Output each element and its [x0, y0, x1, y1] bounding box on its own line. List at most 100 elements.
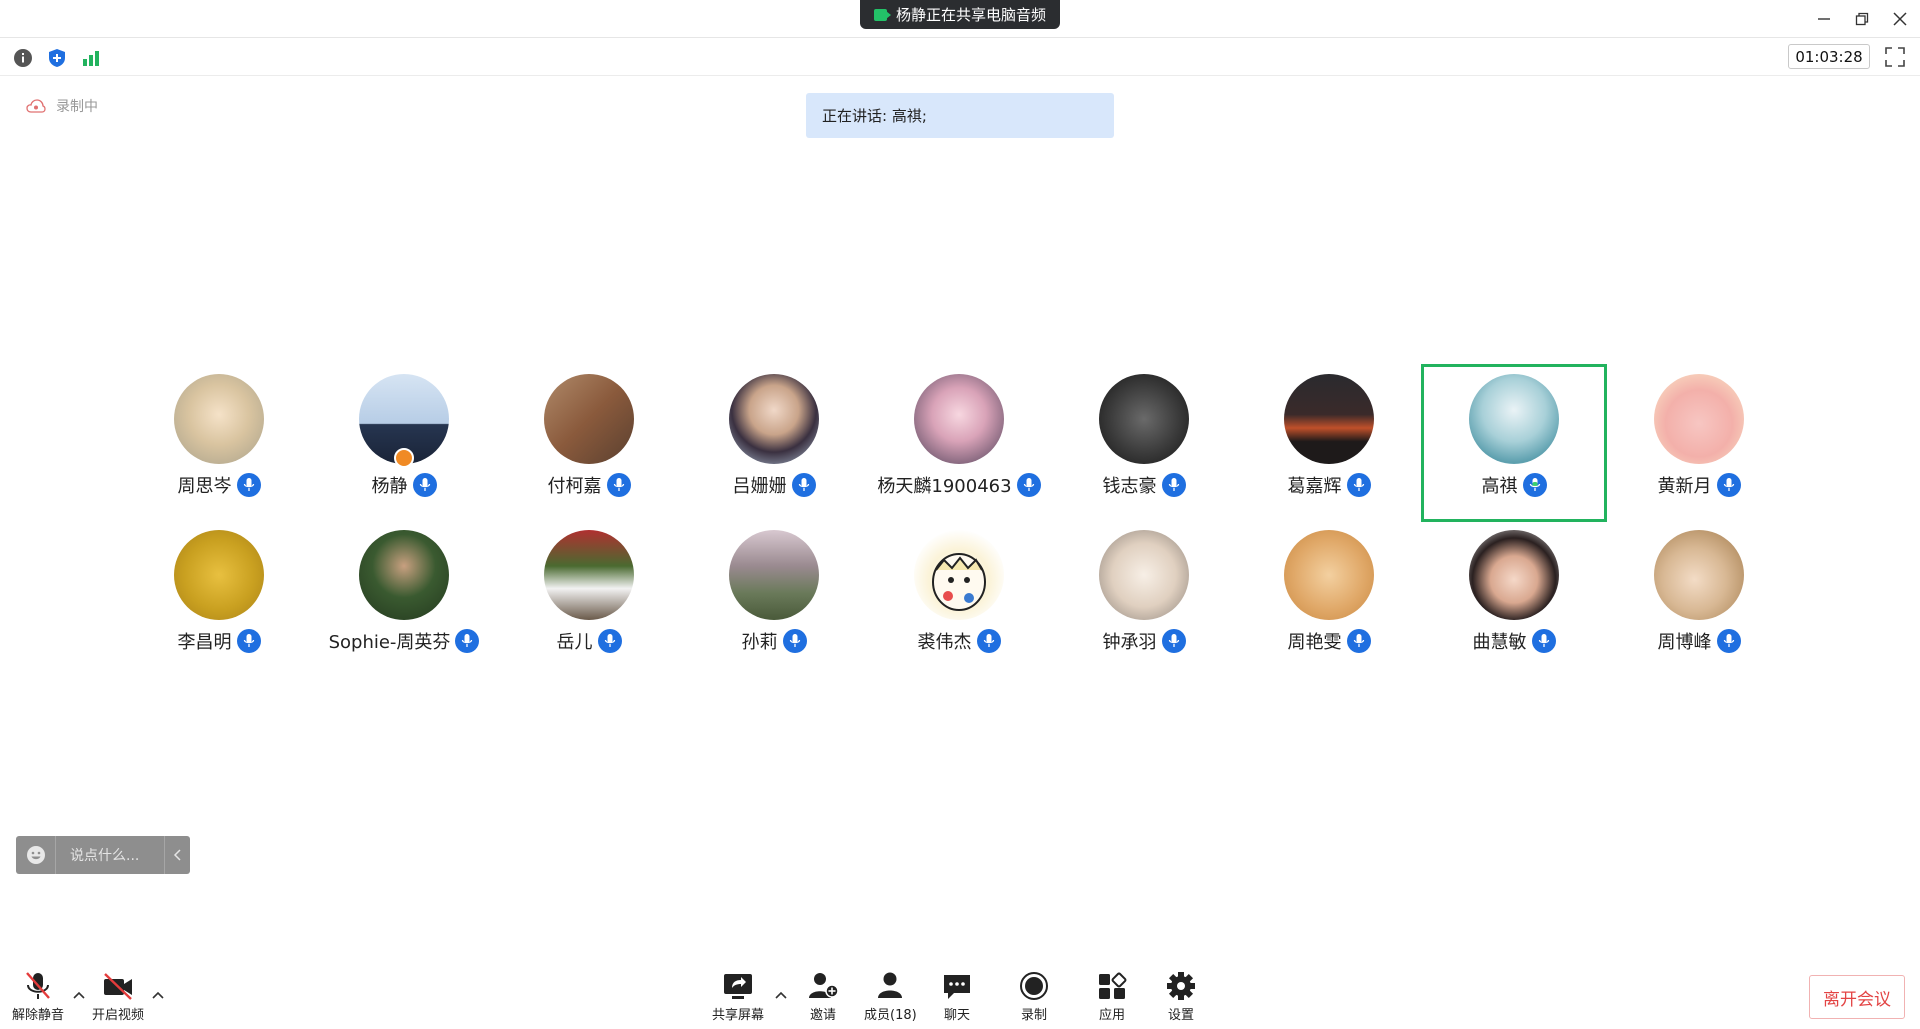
share-screen-icon	[724, 974, 752, 999]
record-label: 录制	[1020, 1008, 1047, 1023]
invite-button[interactable]: 邀请	[806, 970, 840, 1023]
apps-grid-icon	[1099, 972, 1127, 999]
participant-tile[interactable]: 钟承羽	[1051, 520, 1237, 678]
meeting-info-button[interactable]	[13, 48, 33, 68]
participant-name: 曲慧敏	[1472, 632, 1527, 653]
participant-name: 杨静	[371, 476, 408, 497]
mic-icon	[791, 473, 816, 497]
avatar	[914, 374, 1004, 464]
restore-button[interactable]	[1851, 8, 1873, 30]
network-quality-button[interactable]	[81, 48, 101, 68]
avatar	[1469, 530, 1559, 620]
chat-bubble-icon	[944, 975, 970, 999]
active-speaker-bar: 正在讲话: 高祺;	[806, 93, 1114, 138]
avatar	[729, 530, 819, 620]
share-screen-button[interactable]: 共享屏幕	[712, 970, 764, 1023]
mic-icon	[1346, 473, 1371, 497]
invite-label: 邀请	[809, 1008, 836, 1023]
start-video-button[interactable]: 开启视频	[92, 970, 144, 1023]
participant-tile[interactable]: Sophie-周英芬	[311, 520, 497, 678]
participant-tile[interactable]: 岳儿	[496, 520, 682, 678]
emoji-button[interactable]	[16, 836, 56, 874]
participant-tile[interactable]: 付柯嘉	[496, 364, 682, 522]
collapse-chat-button[interactable]	[164, 836, 190, 874]
avatar	[174, 374, 264, 464]
avatar	[1469, 374, 1559, 464]
chat-button[interactable]: 聊天	[940, 970, 974, 1023]
signal-bars-icon	[83, 51, 99, 66]
avatar	[359, 530, 449, 620]
participant-tile[interactable]: 黄新月	[1606, 364, 1792, 522]
unmute-button[interactable]: 解除静音	[12, 970, 64, 1023]
avatar	[1284, 530, 1374, 620]
members-icon	[878, 972, 903, 998]
camera-icon	[874, 8, 891, 21]
mic-icon	[976, 629, 1001, 653]
participant-tile[interactable]: 周思岑	[126, 364, 312, 522]
participant-name: Sophie-周英芬	[328, 632, 451, 653]
participant-tile[interactable]: 李昌明	[126, 520, 312, 678]
minimize-button[interactable]	[1813, 8, 1835, 30]
quick-chat-input[interactable]: 说点什么...	[16, 836, 190, 874]
record-button[interactable]: 录制	[1017, 970, 1051, 1023]
apps-label: 应用	[1098, 1008, 1125, 1023]
participant-tile[interactable]: 曲慧敏	[1421, 520, 1607, 678]
participant-name: 杨天麟1900463	[877, 476, 1012, 497]
share-screen-label: 共享屏幕	[712, 1008, 765, 1023]
avatar	[914, 530, 1004, 620]
chevron-up-icon[interactable]	[774, 988, 788, 1002]
chat-placeholder[interactable]: 说点什么...	[56, 845, 164, 865]
participant-name: 钟承羽	[1102, 632, 1157, 653]
participant-tile[interactable]: 孙莉	[681, 520, 867, 678]
participant-tile[interactable]: 周博峰	[1606, 520, 1792, 678]
participant-tile[interactable]: 吕姗姗	[681, 364, 867, 522]
info-icon	[14, 49, 32, 67]
participant-tile[interactable]: 钱志豪	[1051, 364, 1237, 522]
chevron-up-icon[interactable]	[72, 988, 86, 1002]
close-button[interactable]	[1889, 8, 1911, 30]
meeting-info-bar	[0, 39, 1920, 76]
meeting-window: 杨静正在共享电脑音频 01:03:28 录制中 正在讲话: 高祺; 周思岑 杨静…	[0, 0, 1920, 1029]
participant-name: 吕姗姗	[732, 476, 787, 497]
participant-name: 周博峰	[1657, 632, 1712, 653]
video-off-icon	[104, 973, 132, 1000]
mic-icon	[1161, 473, 1186, 497]
chat-label: 聊天	[943, 1008, 970, 1023]
mic-icon	[455, 629, 480, 653]
participant-name: 黄新月	[1657, 476, 1712, 497]
mic-icon	[1716, 473, 1741, 497]
avatar	[1654, 374, 1744, 464]
egg-character-icon	[932, 553, 986, 611]
recording-status: 录制中	[26, 96, 98, 116]
participant-tile[interactable]: 裘伟杰	[866, 520, 1052, 678]
avatar	[1099, 530, 1189, 620]
mic-active-icon	[1522, 473, 1547, 497]
fullscreen-icon[interactable]	[1884, 46, 1906, 68]
members-label: 成员(18)	[864, 1008, 917, 1023]
mic-icon	[236, 629, 261, 653]
participant-tile[interactable]: 葛嘉辉	[1236, 364, 1422, 522]
avatar	[544, 374, 634, 464]
members-button[interactable]: 成员(18)	[864, 970, 917, 1023]
participant-tile[interactable]: 杨静	[311, 364, 497, 522]
avatar	[174, 530, 264, 620]
gear-icon	[1167, 972, 1195, 1000]
settings-button[interactable]: 设置	[1164, 970, 1198, 1023]
participant-tile[interactable]: 周艳雯	[1236, 520, 1422, 678]
apps-button[interactable]: 应用	[1095, 970, 1129, 1023]
settings-label: 设置	[1167, 1008, 1194, 1023]
participant-tile-active-speaker[interactable]: 高祺	[1421, 364, 1607, 522]
host-icon	[394, 448, 414, 468]
restore-icon	[1855, 12, 1869, 26]
participant-name: 钱志豪	[1102, 476, 1157, 497]
recording-label: 录制中	[56, 99, 98, 115]
participant-tile[interactable]: 杨天麟1900463	[866, 364, 1052, 522]
chevron-up-icon[interactable]	[151, 988, 165, 1002]
mic-icon	[236, 473, 261, 497]
security-button[interactable]	[47, 48, 67, 68]
participant-name: 周艳雯	[1287, 632, 1342, 653]
minimize-icon	[1818, 18, 1830, 20]
record-icon	[1020, 972, 1048, 1000]
avatar	[544, 530, 634, 620]
leave-meeting-button[interactable]: 离开会议	[1809, 975, 1905, 1019]
